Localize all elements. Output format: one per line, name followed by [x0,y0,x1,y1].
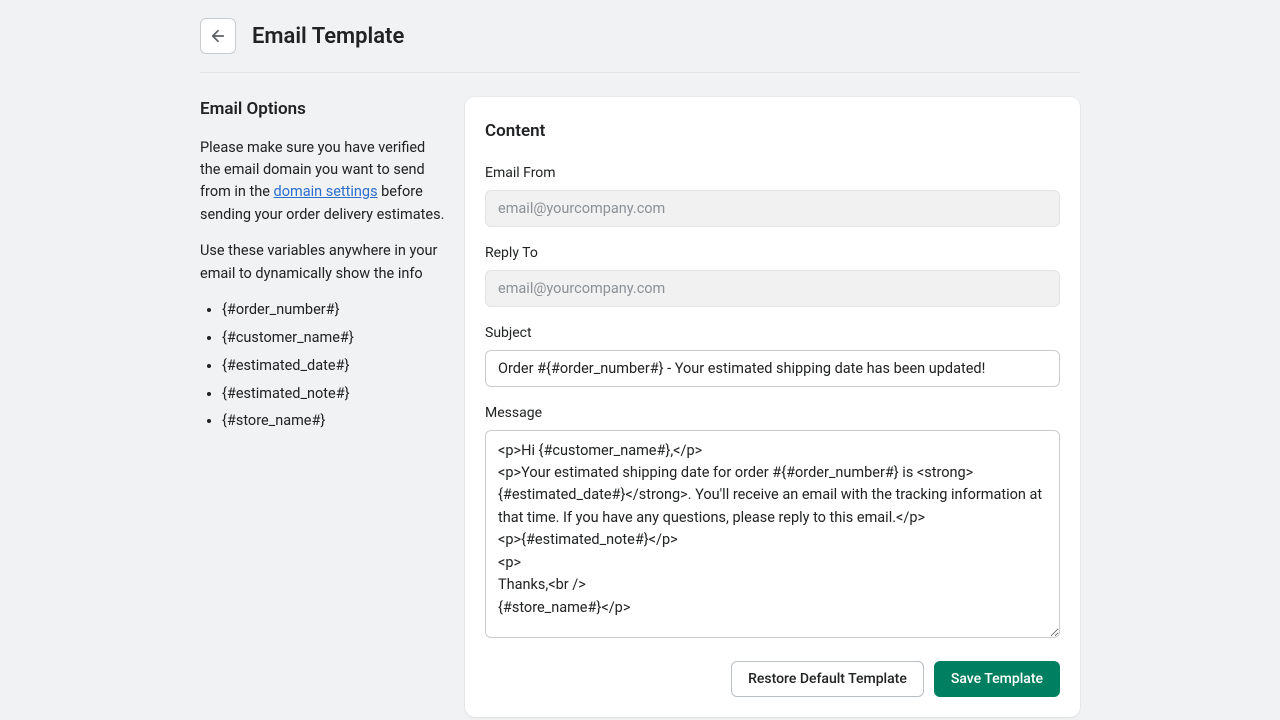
variable-item: {#estimated_note#} [222,383,445,405]
restore-default-button[interactable]: Restore Default Template [731,661,924,697]
email-from-label: Email From [485,163,1060,184]
actions-row: Restore Default Template Save Template [485,661,1060,697]
save-template-button[interactable]: Save Template [934,661,1060,697]
sidebar-description: Please make sure you have verified the e… [200,137,445,227]
page-title: Email Template [252,20,404,53]
message-label: Message [485,403,1060,424]
subject-input[interactable] [485,350,1060,387]
message-textarea[interactable] [485,430,1060,638]
content-heading: Content [485,119,1060,145]
arrow-left-icon [209,27,227,45]
variable-item: {#estimated_date#} [222,355,445,377]
page-container: Email Template Email Options Please make… [200,18,1080,717]
variables-list: {#order_number#} {#customer_name#} {#est… [200,299,445,432]
reply-to-label: Reply To [485,243,1060,264]
reply-to-input[interactable] [485,270,1060,307]
variable-item: {#customer_name#} [222,327,445,349]
content-card: Content Email From Reply To Subject Mess… [465,97,1080,717]
subject-group: Subject [485,323,1060,387]
variable-item: {#store_name#} [222,410,445,432]
main-layout: Email Options Please make sure you have … [200,97,1080,717]
domain-settings-link[interactable]: domain settings [274,183,378,200]
message-group: Message [485,403,1060,645]
header: Email Template [200,18,1080,73]
sidebar: Email Options Please make sure you have … [200,97,445,438]
variable-item: {#order_number#} [222,299,445,321]
sidebar-heading: Email Options [200,97,445,123]
email-from-group: Email From [485,163,1060,227]
subject-label: Subject [485,323,1060,344]
sidebar-variables-intro: Use these variables anywhere in your ema… [200,240,445,285]
reply-to-group: Reply To [485,243,1060,307]
email-from-input[interactable] [485,190,1060,227]
back-button[interactable] [200,18,236,54]
